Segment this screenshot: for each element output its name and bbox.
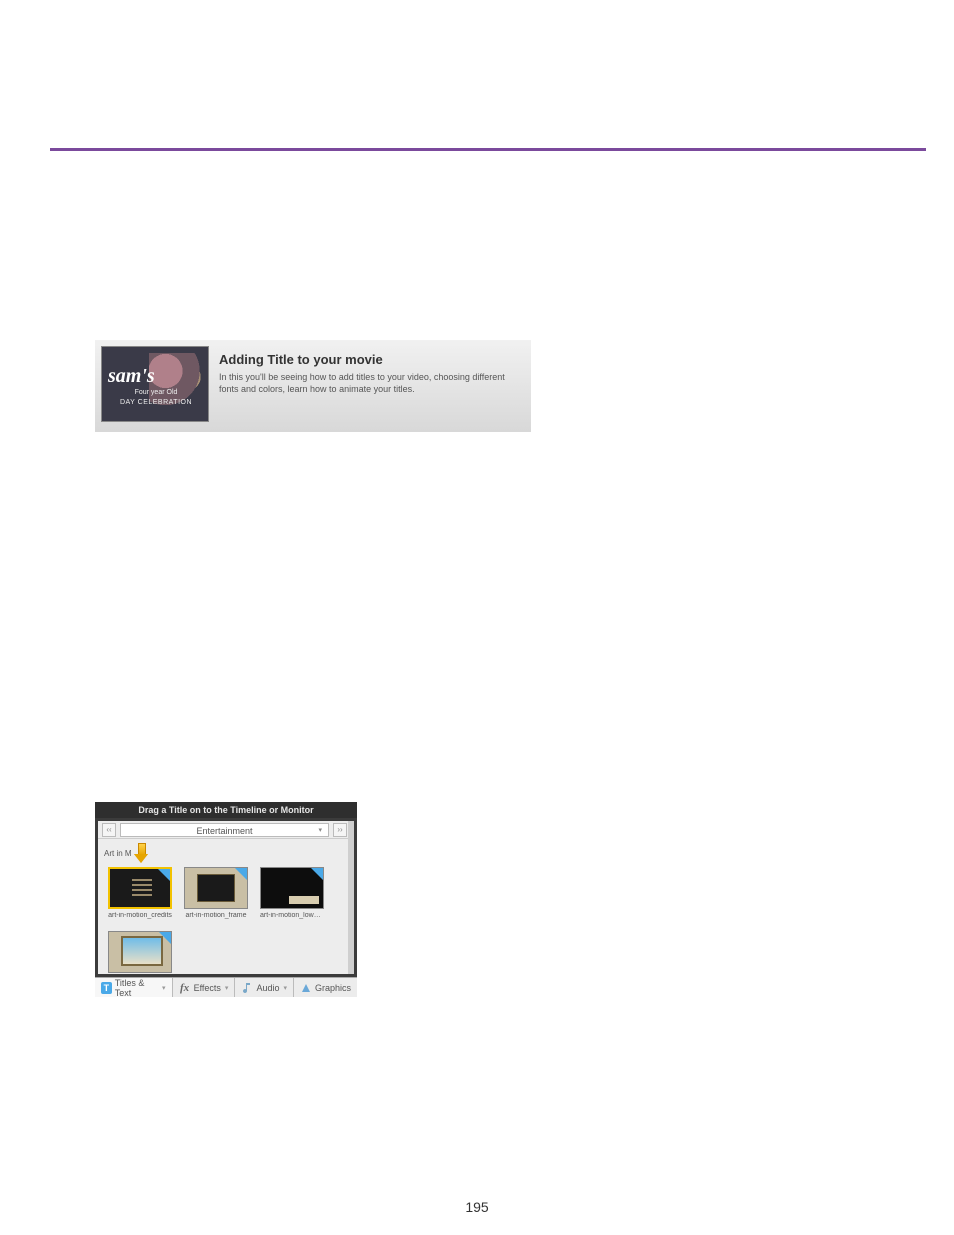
thumb-label: art-in-motion_credits <box>108 912 172 919</box>
category-back-button[interactable]: ‹‹ <box>102 823 116 837</box>
category-forward-button[interactable]: ›› <box>333 823 347 837</box>
new-corner-badge <box>235 868 247 880</box>
panel-body: ‹‹ Entertainment ›› Art in M art-in-moti… <box>98 821 351 974</box>
titles-panel: Drag a Title on to the Timeline or Monit… <box>95 802 357 994</box>
new-corner-badge <box>159 932 171 944</box>
thumb-image <box>108 931 172 973</box>
subcategory-row: Art in M <box>98 839 351 863</box>
yellow-arrow-icon <box>134 843 148 863</box>
title-thumbnail-grid: art-in-motion_credits art-in-motion_frame… <box>98 863 351 976</box>
tab-label: Titles & Text <box>115 978 158 998</box>
tab-audio[interactable]: Audio ▾ <box>235 978 294 997</box>
video-info-card: sam's Four year Old DAY CELEBRATION Addi… <box>95 340 531 432</box>
tab-label: Effects <box>194 983 221 993</box>
panel-header: Drag a Title on to the Timeline or Monit… <box>95 802 357 818</box>
category-bar: ‹‹ Entertainment ›› <box>98 821 351 839</box>
thumb-image <box>184 867 248 909</box>
subcategory-label: Art in M <box>104 849 132 858</box>
tab-titles-text[interactable]: T Titles & Text ▾ <box>95 978 173 997</box>
title-template-thumb[interactable]: art-in-motion_frame <box>184 867 248 919</box>
title-template-thumb[interactable]: art-in-motion_credits <box>108 867 172 919</box>
video-thumbnail: sam's Four year Old DAY CELEBRATION <box>101 346 209 422</box>
page-number: 195 <box>0 1199 954 1215</box>
panel-tabs: T Titles & Text ▾ fx Effects ▾ Audio ▾ G… <box>95 977 357 997</box>
video-description: In this you'll be seeing how to add titl… <box>219 371 523 395</box>
tab-label: Audio <box>256 983 279 993</box>
thumb-image <box>108 867 172 909</box>
new-corner-badge <box>158 869 170 881</box>
thumb-image <box>260 867 324 909</box>
title-template-thumb[interactable] <box>108 931 172 976</box>
tab-label: Graphics <box>315 983 351 993</box>
chevron-down-icon: ▾ <box>162 984 166 992</box>
thumbnail-brand-text: sam's <box>108 365 155 388</box>
video-text-block: Adding Title to your movie In this you'l… <box>219 346 523 426</box>
thumb-label: art-in-motion_lower3rd <box>260 912 324 919</box>
page-top-rule <box>50 148 926 151</box>
thumb-label: art-in-motion_frame <box>184 912 248 919</box>
tab-graphics[interactable]: Graphics <box>294 978 357 997</box>
thumbnail-overlay-line1: Four year Old <box>110 389 202 396</box>
new-corner-badge <box>311 868 323 880</box>
title-template-thumb[interactable]: art-in-motion_lower3rd <box>260 867 324 919</box>
video-title: Adding Title to your movie <box>219 352 523 367</box>
thumbnail-overlay-line2: DAY CELEBRATION <box>110 399 202 406</box>
panel-scrollbar[interactable] <box>348 821 354 974</box>
graphics-icon <box>300 982 312 994</box>
tab-effects[interactable]: fx Effects ▾ <box>173 978 236 997</box>
category-dropdown[interactable]: Entertainment <box>120 823 329 837</box>
music-note-icon <box>241 982 253 994</box>
titles-icon: T <box>101 982 112 994</box>
chevron-down-icon: ▾ <box>283 984 287 992</box>
effects-icon: fx <box>179 982 191 994</box>
chevron-down-icon: ▾ <box>225 984 229 992</box>
